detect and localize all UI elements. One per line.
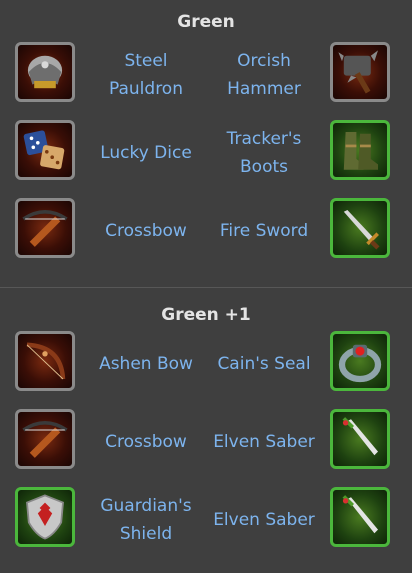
dice-icon[interactable]	[15, 120, 75, 180]
item-row: Steel Pauldron Orcish Hammer	[0, 42, 412, 120]
shield-icon[interactable]	[15, 487, 75, 547]
item-name[interactable]: Tracker's Boots	[204, 120, 324, 186]
item-name[interactable]: Lucky Dice	[86, 120, 206, 186]
item-row: Ashen Bow Cain's Seal	[0, 331, 412, 409]
item-name[interactable]: Ashen Bow	[86, 331, 206, 397]
saber-icon[interactable]	[330, 409, 390, 469]
item-row: Guardian's Shield Elven Saber	[0, 487, 412, 565]
item-name[interactable]: Orcish Hammer	[204, 42, 324, 108]
hammer-icon[interactable]	[330, 42, 390, 102]
item-name[interactable]: Guardian's Shield	[86, 487, 206, 553]
item-name[interactable]: Steel Pauldron	[86, 42, 206, 108]
item-name[interactable]: Elven Saber	[204, 409, 324, 475]
section-divider	[0, 287, 412, 288]
item-row: Crossbow Fire Sword	[0, 198, 412, 276]
section-green-plus-1: Green +1 Ashen Bow Cain's Seal Crossbow …	[0, 303, 412, 565]
item-name[interactable]: Cain's Seal	[204, 331, 324, 397]
pauldron-icon[interactable]	[15, 42, 75, 102]
item-row: Lucky Dice Tracker's Boots	[0, 120, 412, 198]
crossbow-icon[interactable]	[15, 198, 75, 258]
section-title: Green	[177, 12, 235, 32]
boots-icon[interactable]	[330, 120, 390, 180]
item-name[interactable]: Fire Sword	[204, 198, 324, 264]
bow-icon[interactable]	[15, 331, 75, 391]
item-row: Crossbow Elven Saber	[0, 409, 412, 487]
saber-icon[interactable]	[330, 487, 390, 547]
item-name[interactable]: Crossbow	[86, 409, 206, 475]
sword-icon[interactable]	[330, 198, 390, 258]
section-title: Green +1	[161, 305, 251, 325]
section-green: Green Steel Pauldron Orcish Hammer Lucky…	[0, 10, 412, 276]
item-name[interactable]: Elven Saber	[204, 487, 324, 553]
crossbow-icon[interactable]	[15, 409, 75, 469]
item-name[interactable]: Crossbow	[86, 198, 206, 264]
ring-icon[interactable]	[330, 331, 390, 391]
